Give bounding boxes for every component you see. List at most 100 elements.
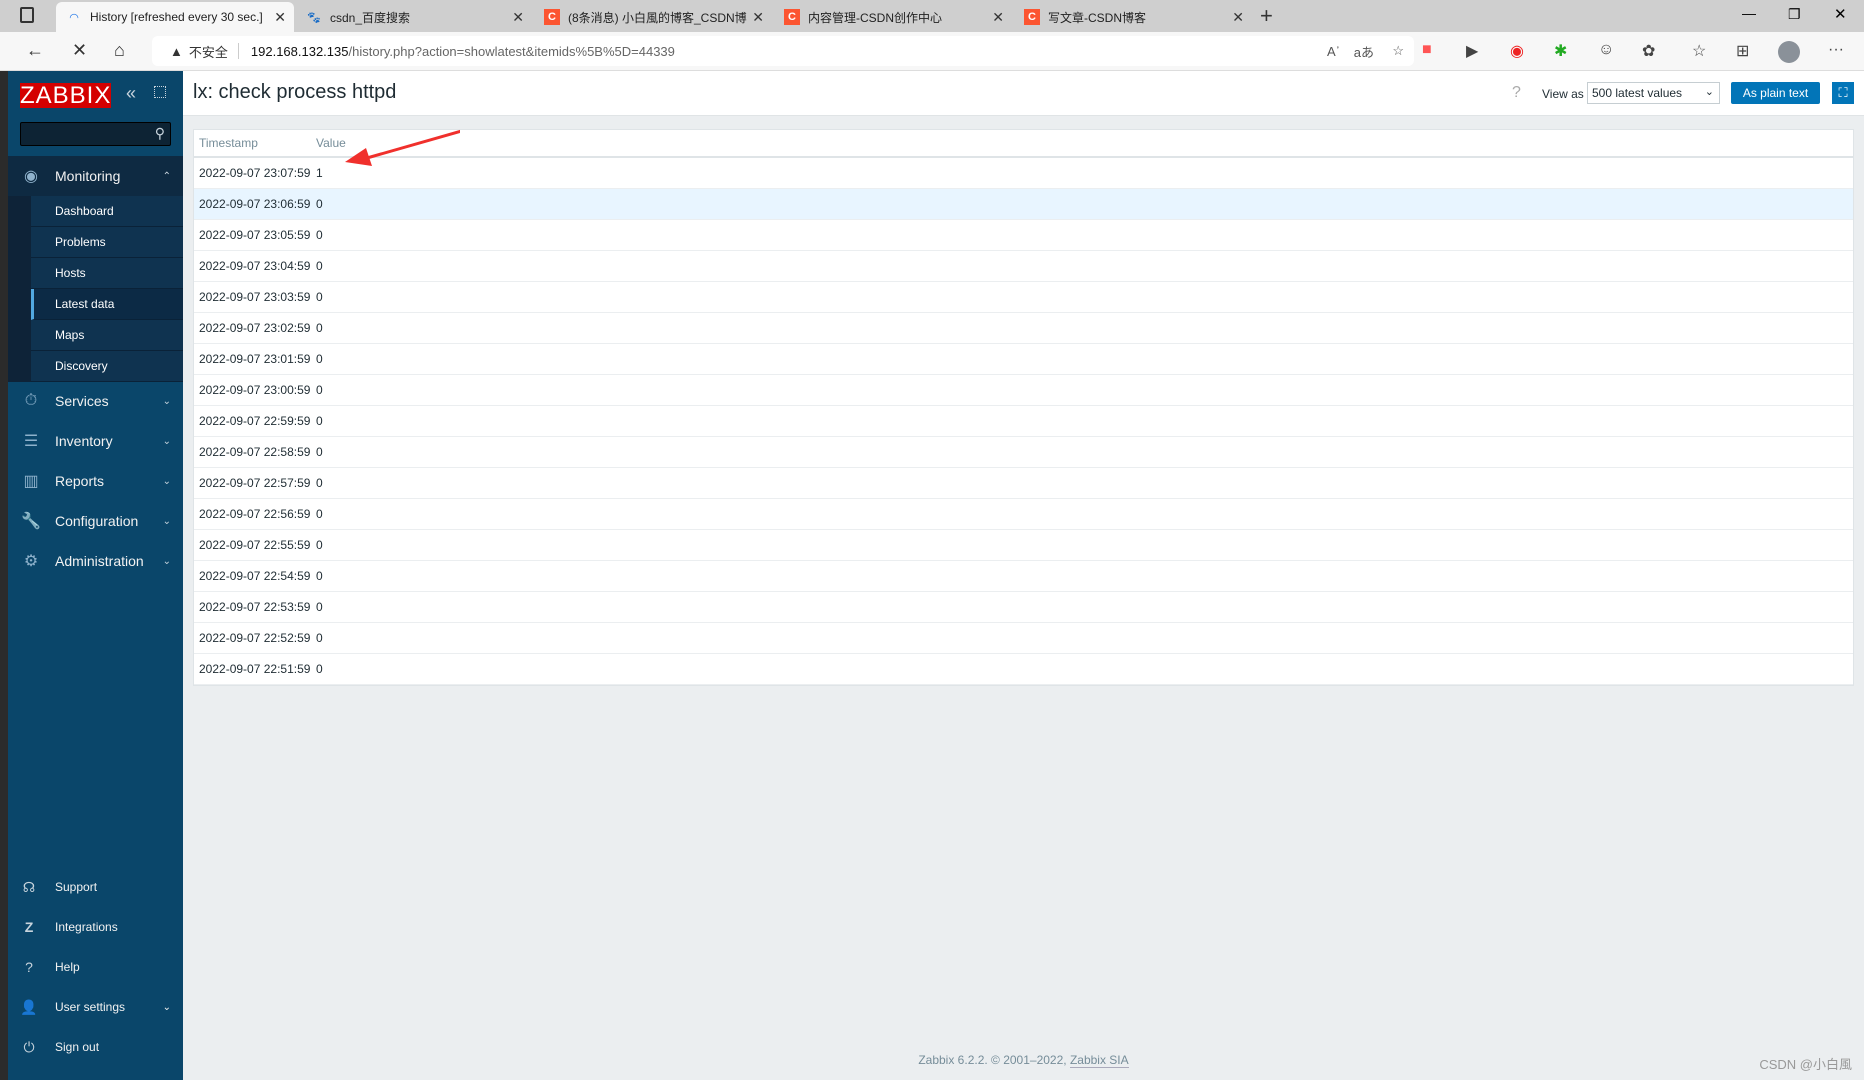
tab-csdn-content[interactable]: C 内容管理-CSDN创作中心 ✕ (774, 2, 1012, 32)
sidebar-item-monitoring[interactable]: ◉ Monitoring ⌃ (8, 156, 183, 196)
video-extension-icon[interactable]: ◉ (1510, 41, 1524, 61)
close-tab-icon[interactable]: ✕ (274, 9, 286, 26)
read-aloud-icon[interactable]: A᾽ (1327, 44, 1340, 59)
sidebar-item-maps[interactable]: Maps (31, 320, 183, 351)
sidebar-item-dashboard[interactable]: Dashboard (31, 196, 183, 227)
wrench-icon: 🔧 (21, 513, 41, 530)
user-icon: 👤 (20, 998, 38, 1015)
headset-icon: ☊ (22, 878, 36, 895)
stop-icon[interactable]: ✕ (72, 40, 87, 61)
sidebar-item-hosts[interactable]: Hosts (31, 258, 183, 289)
table-row: 2022-09-07 22:55:59 0 (194, 530, 1853, 561)
value-cell: 0 (316, 352, 323, 366)
timestamp-cell: 2022-09-07 23:03:59 (199, 290, 311, 304)
sidebar-item-administration[interactable]: ⚙ Administration ⌄ (8, 541, 183, 581)
new-tab-icon[interactable]: + (1260, 3, 1273, 29)
value-cell: 0 (316, 445, 323, 459)
value-cell: 0 (316, 538, 323, 552)
collapse-sidebar-icon[interactable]: « (126, 83, 136, 104)
sidebar-item-configuration[interactable]: 🔧 Configuration ⌄ (8, 501, 183, 541)
tab-baidu[interactable]: 🐾 csdn_百度搜索 ✕ (296, 2, 532, 32)
collections-icon[interactable]: ⊞ (1736, 41, 1749, 61)
value-cell: 0 (316, 662, 323, 676)
minimize-icon[interactable]: — (1742, 5, 1756, 21)
watermark: CSDN @小白風 (1759, 1057, 1852, 1072)
sidebar-item-integrations[interactable]: Z Integrations (8, 907, 183, 947)
sidebar-item-reports[interactable]: ▥ Reports ⌄ (8, 461, 183, 501)
table-row: 2022-09-07 23:04:59 0 (194, 251, 1853, 282)
table-row: 2022-09-07 22:52:59 0 (194, 623, 1853, 654)
table-row: 2022-09-07 22:57:59 0 (194, 468, 1853, 499)
back-icon[interactable]: ← (26, 40, 44, 61)
color-extension-icon[interactable]: ✱ (1554, 41, 1567, 61)
sidebar-item-support[interactable]: ☊ Support (8, 867, 183, 907)
help-icon: ? (25, 959, 33, 975)
zabbix-sia-link[interactable]: Zabbix SIA (1069, 1053, 1129, 1068)
close-tab-icon[interactable]: ✕ (512, 9, 524, 26)
tab-csdn-blog[interactable]: C (8条消息) 小白風的博客_CSDN博 ✕ (534, 2, 772, 32)
favorite-add-icon[interactable]: ☆ (1392, 43, 1404, 59)
close-tab-icon[interactable]: ✕ (752, 9, 764, 26)
loading-icon: ◠ (69, 11, 79, 24)
timestamp-cell: 2022-09-07 23:05:59 (199, 228, 311, 242)
as-plain-text-button[interactable]: As plain text (1731, 82, 1820, 104)
column-timestamp[interactable]: Timestamp (194, 136, 316, 150)
power-icon: ⏻ (23, 1038, 35, 1055)
sidebar-item-services[interactable]: ⏱ Services ⌄ (8, 381, 183, 421)
close-tab-icon[interactable]: ✕ (1232, 9, 1244, 26)
favorites-icon[interactable]: ☆ (1692, 41, 1706, 61)
tab-csdn-write[interactable]: C 写文章-CSDN博客 ✕ (1014, 2, 1252, 32)
table-row: 2022-09-07 23:02:59 0 (194, 313, 1853, 344)
table-row: 2022-09-07 22:59:59 0 (194, 406, 1853, 437)
address-bar-area: ← ✕ ⌂ ▲ 不安全 192.168.132.135/history.php?… (0, 32, 1864, 71)
extension-icon[interactable]: ■ (1422, 41, 1432, 59)
extensions-icon[interactable]: ✿ (1642, 41, 1655, 61)
sidebar-search-input[interactable]: ⚲ (20, 122, 171, 146)
close-tab-icon[interactable]: ✕ (992, 9, 1004, 26)
view-as-label: View as (1542, 87, 1584, 101)
value-cell: 0 (316, 290, 323, 304)
table-row: 2022-09-07 23:01:59 0 (194, 344, 1853, 375)
monitoring-submenu: Dashboard Problems Hosts Latest data Map… (8, 196, 183, 382)
zabbix-logo[interactable]: ZABBIX (20, 83, 111, 108)
sidebar-item-discovery[interactable]: Discovery (31, 351, 183, 382)
stopwatch-icon: ⏱ (24, 392, 38, 409)
sidebar-item-latest-data[interactable]: Latest data (31, 289, 183, 320)
profile-avatar[interactable] (1778, 41, 1800, 63)
more-icon[interactable]: ··· (1828, 41, 1844, 59)
timestamp-cell: 2022-09-07 23:01:59 (199, 352, 311, 366)
kiosk-mode-icon[interactable] (154, 86, 166, 98)
translate-icon[interactable]: aあ (1354, 42, 1374, 61)
timestamp-cell: 2022-09-07 22:59:59 (199, 414, 311, 428)
timestamp-cell: 2022-09-07 22:52:59 (199, 631, 311, 645)
value-cell: 1 (316, 166, 323, 180)
sidebar-item-problems[interactable]: Problems (31, 227, 183, 258)
url-input[interactable]: ▲ 不安全 192.168.132.135/history.php?action… (152, 36, 1414, 66)
timestamp-cell: 2022-09-07 22:57:59 (199, 476, 311, 490)
fullscreen-icon[interactable]: ⛶ (1832, 82, 1854, 104)
table-row: 2022-09-07 23:05:59 0 (194, 220, 1853, 251)
annotation-arrow (345, 129, 460, 166)
timestamp-cell: 2022-09-07 23:04:59 (199, 259, 311, 273)
tab-actions-icon[interactable] (20, 7, 34, 23)
sidebar-item-user-settings[interactable]: 👤 User settings ⌄ (8, 987, 183, 1027)
play-extension-icon[interactable]: ▶ (1466, 41, 1478, 61)
help-icon[interactable]: ? (1512, 84, 1521, 102)
value-cell: 0 (316, 197, 323, 211)
table-row: 2022-09-07 22:51:59 0 (194, 654, 1853, 685)
value-cell: 0 (316, 631, 323, 645)
home-icon[interactable]: ⌂ (114, 40, 125, 61)
extension-icon[interactable]: ☺ (1598, 41, 1614, 59)
timestamp-cell: 2022-09-07 22:56:59 (199, 507, 311, 521)
close-window-icon[interactable]: ✕ (1834, 5, 1847, 23)
search-icon: ⚲ (154, 125, 165, 141)
sidebar-item-inventory[interactable]: ☰ Inventory ⌄ (8, 421, 183, 461)
table-row: 2022-09-07 23:06:59 0 (194, 189, 1853, 220)
table-row: 2022-09-07 22:53:59 0 (194, 592, 1853, 623)
restore-icon[interactable]: ❐ (1788, 6, 1801, 23)
sidebar-item-sign-out[interactable]: ⏻ Sign out (8, 1027, 183, 1067)
view-as-select[interactable]: 500 latest values ⌄ (1587, 82, 1720, 104)
sidebar-item-help[interactable]: ? Help (8, 947, 183, 987)
timestamp-cell: 2022-09-07 22:53:59 (199, 600, 311, 614)
tab-history[interactable]: ◠ History [refreshed every 30 sec.] ✕ (56, 2, 294, 32)
